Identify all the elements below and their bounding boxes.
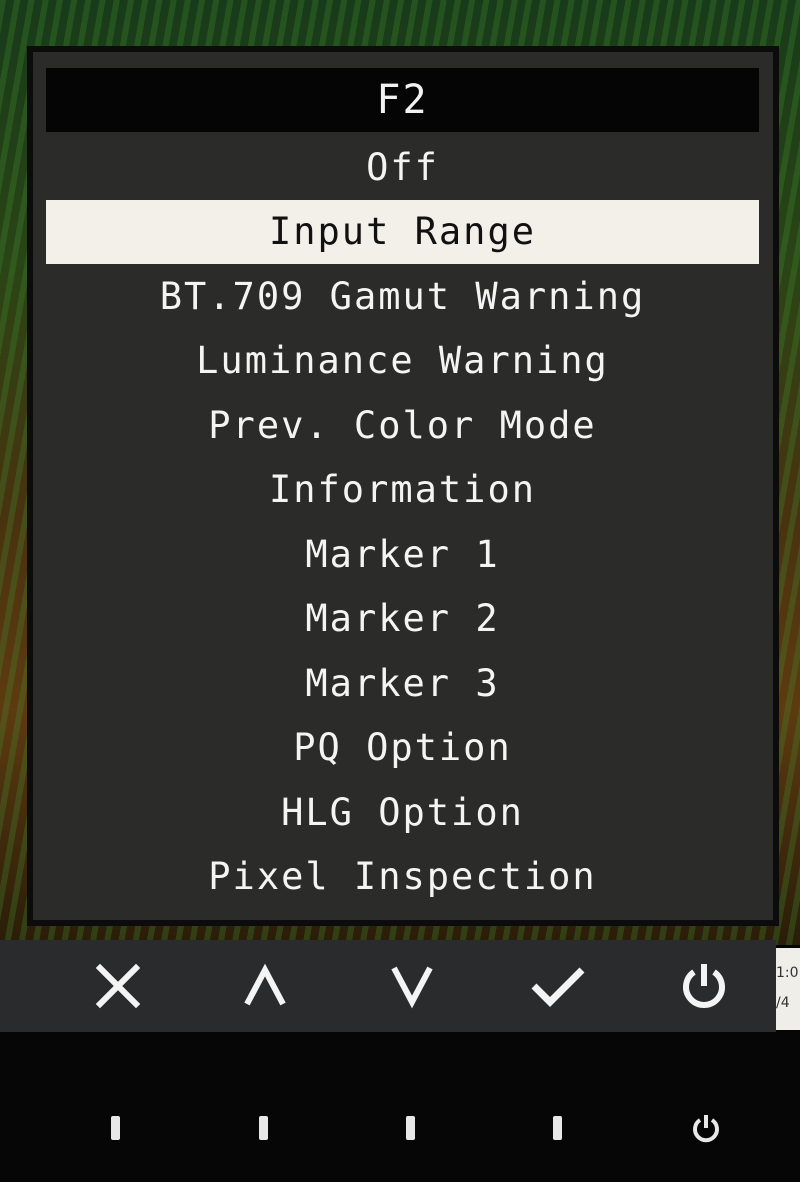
- menu-item-marker-3[interactable]: Marker 3: [46, 651, 759, 716]
- menu-item-prev-color-mode[interactable]: Prev. Color Mode: [46, 393, 759, 458]
- cancel-button[interactable]: [70, 940, 166, 1032]
- confirm-button[interactable]: [510, 940, 606, 1032]
- partial-window-edge: 1:0 /4: [776, 948, 800, 1030]
- edge-text-1: 1:0: [776, 965, 799, 981]
- osd-title: F2: [46, 68, 759, 132]
- menu-item-luminance-warning[interactable]: Luminance Warning: [46, 329, 759, 394]
- function-menu-list: Off Input Range BT.709 Gamut Warning Lum…: [46, 135, 759, 909]
- menu-item-bt709-gamut-warning[interactable]: BT.709 Gamut Warning: [46, 264, 759, 329]
- menu-item-pixel-inspection[interactable]: Pixel Inspection: [46, 845, 759, 910]
- hardware-key-2[interactable]: [259, 1116, 268, 1140]
- chevron-down-icon: [391, 966, 433, 1009]
- hardware-key-1[interactable]: [111, 1116, 120, 1140]
- menu-item-marker-2[interactable]: Marker 2: [46, 587, 759, 652]
- menu-item-marker-1[interactable]: Marker 1: [46, 522, 759, 587]
- chevron-up-icon: [244, 963, 286, 1006]
- hardware-key-3[interactable]: [406, 1116, 415, 1140]
- up-button[interactable]: [217, 940, 313, 1032]
- hardware-power-icon[interactable]: [690, 1112, 722, 1144]
- power-icon: [683, 964, 725, 1008]
- hardware-key-4[interactable]: [553, 1116, 562, 1140]
- power-button[interactable]: [656, 940, 752, 1032]
- checkmark-icon: [531, 967, 585, 1007]
- down-button[interactable]: [364, 940, 460, 1032]
- menu-item-hlg-option[interactable]: HLG Option: [46, 780, 759, 845]
- monitor-bezel: [0, 1032, 800, 1182]
- menu-item-information[interactable]: Information: [46, 458, 759, 523]
- close-icon: [95, 963, 141, 1009]
- osd-menu-panel: F2 Off Input Range BT.709 Gamut Warning …: [27, 46, 779, 926]
- menu-item-off[interactable]: Off: [46, 135, 759, 200]
- edge-text-2: /4: [776, 995, 790, 1011]
- menu-item-input-range[interactable]: Input Range: [46, 199, 759, 264]
- osd-button-guide: [0, 940, 776, 1032]
- menu-item-pq-option[interactable]: PQ Option: [46, 716, 759, 781]
